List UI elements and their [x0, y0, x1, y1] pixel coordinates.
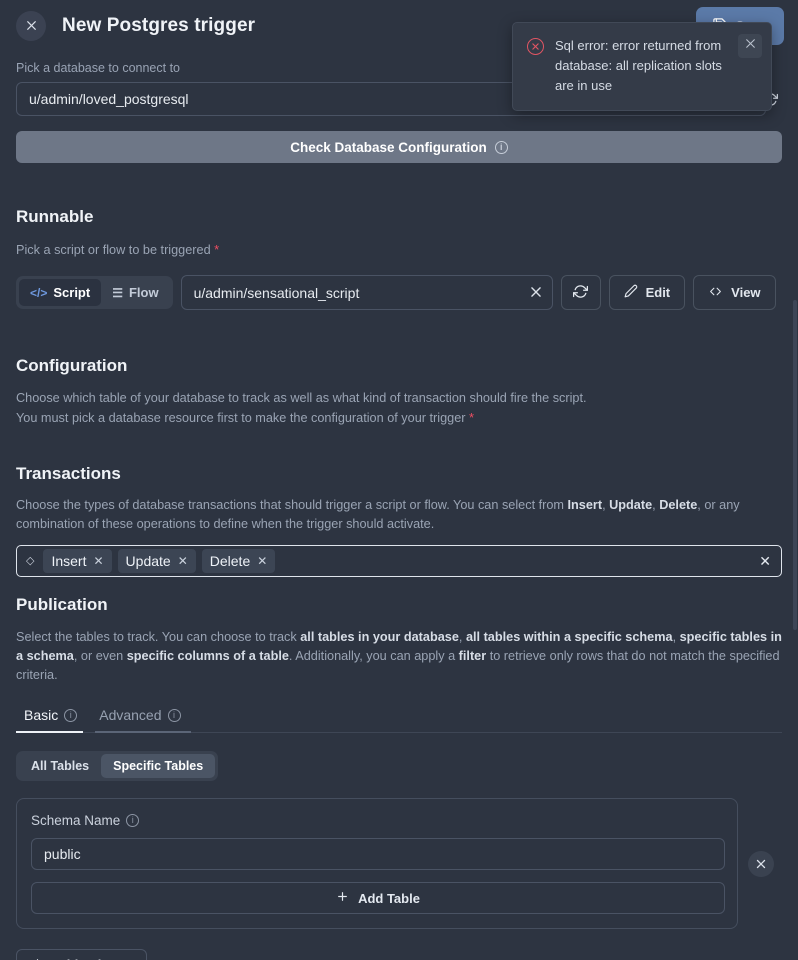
error-toast: Sql error: error returned from database:… — [512, 22, 772, 111]
plus-icon — [31, 957, 44, 960]
tab-basic[interactable]: Basic i — [16, 701, 91, 732]
configuration-line-2-text: You must pick a database resource first … — [16, 411, 465, 425]
schema-name-input[interactable] — [31, 838, 725, 870]
schema-card: Schema Name i Add Table — [16, 798, 738, 929]
clear-script-path-icon[interactable] — [527, 283, 545, 301]
toggle-option-script[interactable]: </> Script — [19, 279, 101, 306]
info-icon: i — [168, 709, 181, 722]
edit-label: Edit — [646, 285, 671, 300]
chip-insert[interactable]: Insert ✕ — [43, 549, 111, 573]
transactions-description: Choose the types of database transaction… — [16, 496, 782, 534]
tab-advanced-label: Advanced — [99, 707, 161, 723]
info-icon: i — [64, 709, 77, 722]
toggle-script-label: Script — [53, 285, 90, 300]
script-path-input[interactable] — [181, 275, 553, 310]
scroll-body: Pick a database to connect to Check Data… — [0, 43, 798, 960]
pub-desc-b1: all tables in your database — [300, 630, 459, 644]
chevron-updown-icon[interactable]: ◇ — [23, 556, 37, 567]
pencil-icon — [624, 284, 638, 301]
chip-insert-remove-icon[interactable]: ✕ — [93, 554, 103, 568]
refresh-icon — [573, 284, 588, 302]
pub-desc-b4: specific columns of a table — [127, 649, 289, 663]
publication-description: Select the tables to track. You can choo… — [16, 628, 782, 685]
info-icon: i — [495, 141, 508, 154]
pub-desc-b2: all tables within a specific schema — [466, 630, 673, 644]
check-database-configuration-button[interactable]: Check Database Configuration i — [16, 131, 782, 163]
chip-update-label: Update — [126, 553, 171, 569]
pub-desc-4: , or even — [74, 649, 127, 663]
close-x-icon — [25, 19, 38, 32]
chip-delete-label: Delete — [210, 553, 250, 569]
add-table-label: Add Table — [358, 891, 420, 906]
chip-insert-label: Insert — [51, 553, 86, 569]
scope-option-all-tables[interactable]: All Tables — [19, 754, 101, 778]
publication-tabs: Basic i Advanced i — [16, 701, 782, 733]
chip-update-remove-icon[interactable]: ✕ — [178, 554, 188, 568]
publication-title: Publication — [16, 595, 782, 615]
runnable-controls: </> Script ☰ Flow — [16, 275, 782, 310]
check-db-label: Check Database Configuration — [290, 140, 487, 155]
schema-name-label: Schema Name — [31, 813, 120, 828]
script-path-wrapper — [181, 275, 553, 310]
view-script-button[interactable]: View — [693, 275, 775, 310]
script-flow-toggle: </> Script ☰ Flow — [16, 276, 173, 309]
configuration-required-mark: * — [469, 410, 474, 425]
scope-option-specific-tables[interactable]: Specific Tables — [101, 754, 215, 778]
table-scope-toggle: All Tables Specific Tables — [16, 751, 218, 781]
runnable-description: Pick a script or flow to be triggered * — [16, 240, 782, 260]
transactions-title: Transactions — [16, 464, 782, 484]
add-table-button[interactable]: Add Table — [31, 882, 725, 914]
configuration-line-1: Choose which table of your database to t… — [16, 389, 782, 408]
runnable-description-text: Pick a script or flow to be triggered — [16, 243, 211, 257]
transactions-desc-1: Choose the types of database transaction… — [16, 498, 568, 512]
trigger-editor-page: Pick a database to connect to Check Data… — [0, 0, 798, 960]
clear-all-transactions-icon[interactable]: ✕ — [759, 553, 773, 570]
info-icon: i — [126, 814, 139, 827]
toggle-option-flow[interactable]: ☰ Flow — [101, 279, 169, 306]
configuration-line-2: You must pick a database resource first … — [16, 408, 782, 428]
pub-desc-1: Select the tables to track. You can choo… — [16, 630, 300, 644]
chip-update[interactable]: Update ✕ — [118, 549, 196, 573]
vertical-scrollbar[interactable] — [793, 300, 797, 630]
transactions-desc-insert: Insert — [568, 498, 603, 512]
pub-desc-5: . Additionally, you can apply a — [289, 649, 459, 663]
schema-entry-row: Schema Name i Add Table — [16, 798, 782, 929]
add-schema-button[interactable]: Add Schema — [16, 949, 147, 960]
configuration-title: Configuration — [16, 356, 782, 376]
edit-script-button[interactable]: Edit — [609, 275, 686, 310]
code-slash-icon: </> — [30, 286, 47, 300]
error-toast-message: Sql error: error returned from database:… — [555, 36, 727, 96]
schema-name-label-row: Schema Name i — [31, 813, 723, 828]
runnable-title: Runnable — [16, 207, 782, 227]
code-brackets-icon — [708, 285, 723, 301]
page-title: New Postgres trigger — [62, 15, 255, 37]
pub-desc-2: , — [459, 630, 466, 644]
transactions-desc-update: Update — [609, 498, 652, 512]
refresh-script-button[interactable] — [561, 275, 601, 310]
transactions-multiselect[interactable]: ◇ Insert ✕ Update ✕ Delete ✕ ✕ — [16, 545, 782, 577]
error-circle-icon — [527, 38, 544, 55]
close-toast-button[interactable] — [738, 34, 762, 58]
plus-icon — [336, 890, 349, 906]
remove-schema-icon[interactable] — [748, 851, 774, 877]
flow-lines-icon: ☰ — [112, 286, 123, 300]
chip-delete-remove-icon[interactable]: ✕ — [257, 554, 267, 568]
chip-delete[interactable]: Delete ✕ — [202, 549, 276, 573]
tab-advanced[interactable]: Advanced i — [91, 701, 194, 732]
pub-desc-b5: filter — [459, 649, 487, 663]
close-drawer-button[interactable] — [16, 11, 46, 41]
toggle-flow-label: Flow — [129, 285, 159, 300]
close-x-icon — [744, 37, 757, 55]
pub-desc-3: , — [673, 630, 680, 644]
tab-basic-label: Basic — [24, 707, 58, 723]
transactions-desc-delete: Delete — [659, 498, 697, 512]
view-label: View — [731, 285, 760, 300]
runnable-required-mark: * — [214, 242, 219, 257]
